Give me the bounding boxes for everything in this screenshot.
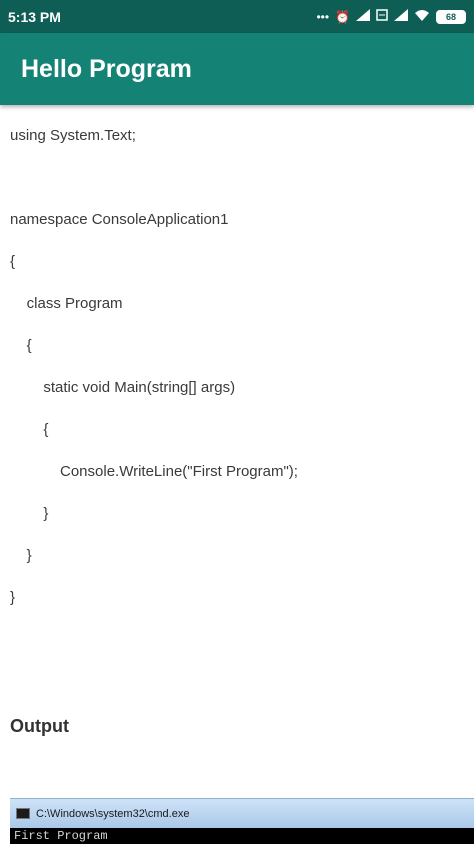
sim-icon — [376, 9, 388, 24]
console-output: First Program — [10, 828, 474, 844]
console-screenshot: C:\Windows\system32\cmd.exe First Progra… — [10, 798, 474, 844]
code-line: class Program — [10, 295, 123, 312]
status-bar: 5:13 PM ••• ⏰ 68 — [0, 0, 474, 33]
app-bar: Hello Program — [0, 33, 474, 105]
code-block: using System.Text; namespace ConsoleAppl… — [10, 124, 464, 628]
status-icons: ••• ⏰ 68 — [316, 9, 466, 24]
alarm-icon: ⏰ — [335, 9, 350, 24]
code-line: { — [10, 253, 16, 270]
code-line: { — [10, 337, 32, 354]
code-line: namespace ConsoleApplication1 — [10, 211, 229, 228]
code-line: } — [10, 589, 16, 606]
wifi-icon — [414, 9, 430, 24]
cmd-icon — [16, 808, 30, 819]
code-line: static void Main(string[] args) — [10, 379, 236, 396]
code-line: } — [10, 505, 49, 522]
code-line: { — [10, 421, 49, 438]
console-title: C:\Windows\system32\cmd.exe — [36, 807, 190, 820]
battery-icon: 68 — [436, 9, 466, 24]
app-title: Hello Program — [21, 54, 192, 83]
signal-icon — [394, 9, 408, 24]
status-time: 5:13 PM — [8, 8, 61, 25]
code-line: Console.WriteLine("First Program"); — [10, 463, 298, 480]
more-dots-icon: ••• — [316, 9, 330, 24]
output-heading: Output — [10, 716, 69, 736]
signal-icon — [356, 9, 370, 24]
code-line: using System.Text; — [10, 127, 136, 144]
console-titlebar: C:\Windows\system32\cmd.exe — [10, 798, 474, 828]
code-line: } — [10, 547, 32, 564]
